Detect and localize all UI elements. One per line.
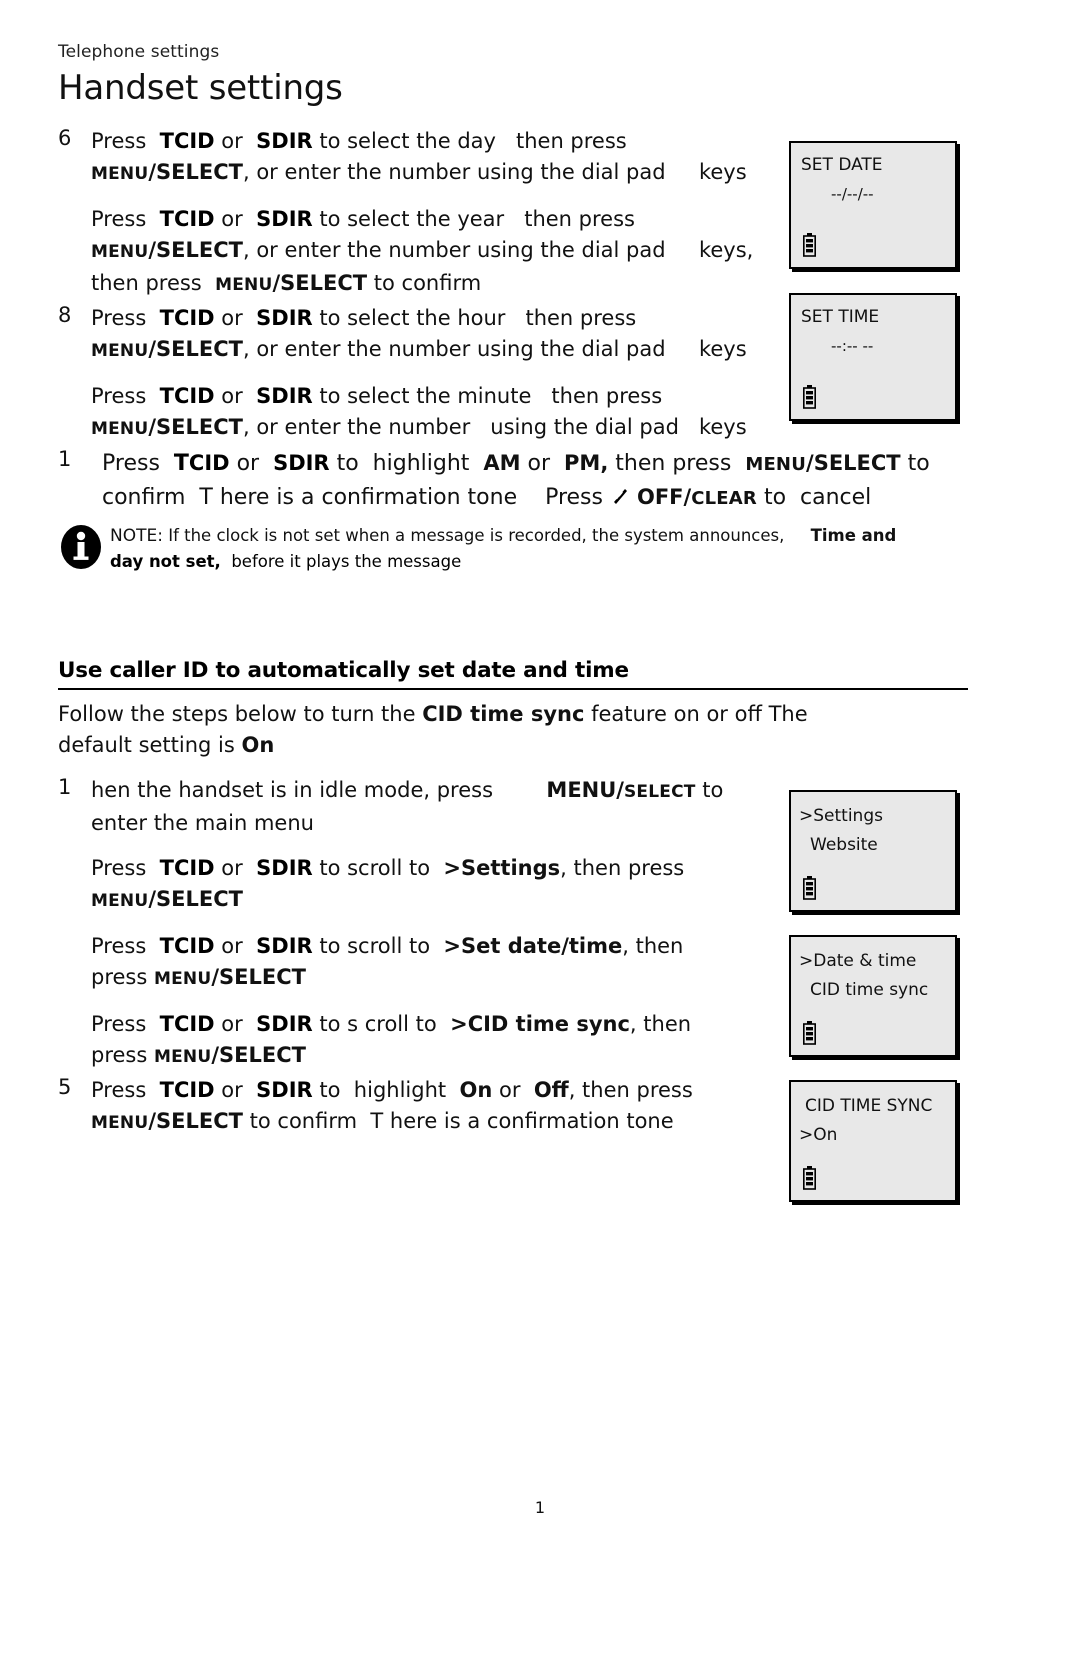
lcd-screen-settings-menu: >Settings Website xyxy=(789,790,957,912)
lcd-line-1: >Date & time xyxy=(799,951,917,971)
page-number: 1 xyxy=(534,1498,546,1517)
lcd-line-1: SET TIME xyxy=(801,307,880,327)
step-item: 1 Press TCID or SDIR to highlight AM or … xyxy=(58,447,968,515)
lcd-screen-set-time: SET TIME --:-- -- xyxy=(789,293,957,421)
manual-page: Telephone settings Handset settings 6 Pr… xyxy=(0,0,1080,1665)
step-number: 6 xyxy=(58,126,72,150)
battery-icon xyxy=(803,876,816,900)
lcd-line-2: >On xyxy=(799,1125,838,1145)
intro-text-d: default setting is xyxy=(58,733,242,757)
battery-icon xyxy=(803,233,816,257)
lcd-screen-cid-time-sync: CID TIME SYNC >On xyxy=(789,1080,957,1202)
intro-text-c: feature on or off The xyxy=(584,702,808,726)
intro-text-a: Follow the steps below to turn the xyxy=(58,702,423,726)
step-line: confirm T here is a confirmation tone Pr… xyxy=(102,481,968,515)
section-rule xyxy=(58,688,968,690)
lcd-line-1: SET DATE xyxy=(801,155,883,175)
step-line: Press TCID or SDIR to highlight AM or PM… xyxy=(102,451,930,476)
note-label: NOTE: xyxy=(110,526,163,546)
phone-off-icon xyxy=(610,483,630,516)
lcd-line-2: Website xyxy=(810,835,878,855)
note-text-line-1: NOTE: If the clock is not set when a mes… xyxy=(110,523,958,549)
note-block: NOTE: If the clock is not set when a mes… xyxy=(58,523,958,574)
battery-icon xyxy=(803,1166,816,1190)
lcd-line-1: CID TIME SYNC xyxy=(805,1096,933,1116)
section-intro: Follow the steps below to turn the CID t… xyxy=(58,699,968,761)
lcd-line-2: --:-- -- xyxy=(831,337,874,355)
breadcrumb: Telephone settings xyxy=(58,42,220,62)
step-number: 1 xyxy=(58,775,72,799)
step-number: 1 xyxy=(58,447,72,471)
intro-term: CID time sync xyxy=(422,702,585,726)
lcd-line-2: --/--/-- xyxy=(831,185,874,203)
note-emphasis-2: day not set, xyxy=(110,552,221,571)
section-block: Use caller ID to automatically set date … xyxy=(58,658,968,761)
note-emphasis-1: Time and xyxy=(810,526,897,545)
intro-default-value: On xyxy=(241,733,275,757)
step-number: 5 xyxy=(58,1075,72,1099)
note-text-line-2: day not set, before it plays the message xyxy=(110,549,958,574)
section-heading: Use caller ID to automatically set date … xyxy=(58,658,629,683)
note-sentence-2: before it plays the message xyxy=(231,552,462,571)
lcd-line-2: CID time sync xyxy=(810,980,929,1000)
step-number: 8 xyxy=(58,303,72,327)
page-header: Telephone settings Handset settings xyxy=(58,42,758,108)
battery-icon xyxy=(803,1021,816,1045)
battery-icon xyxy=(803,385,816,409)
page-title: Handset settings xyxy=(58,68,343,108)
lcd-line-1: >Settings xyxy=(799,806,883,826)
info-icon xyxy=(60,523,102,569)
lcd-screen-date-time-menu: >Date & time CID time sync xyxy=(789,935,957,1057)
note-sentence: If the clock is not set when a message i… xyxy=(168,526,785,545)
lcd-screen-set-date: SET DATE --/--/-- xyxy=(789,141,957,269)
